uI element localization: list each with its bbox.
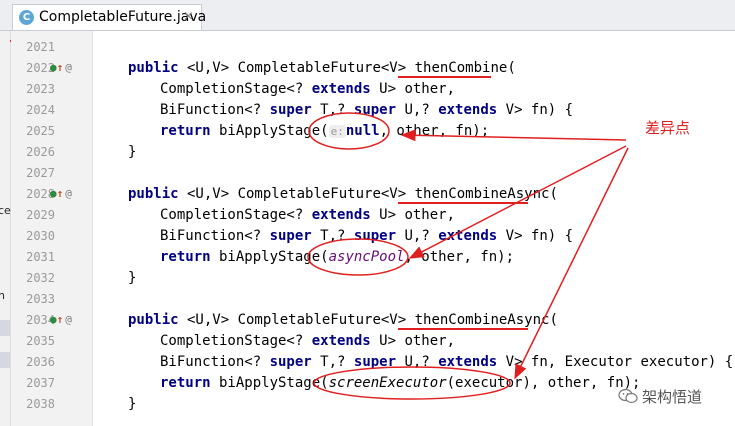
annotation-overlay (307, 76, 629, 400)
watermark-text: 架构悟道 (642, 388, 703, 406)
arrow-to-screenexecutor (514, 147, 629, 380)
circle-null-arg (308, 112, 390, 150)
wechat-icon (618, 388, 638, 404)
circle-asyncpool-arg (307, 238, 409, 276)
difference-label: 差异点 (645, 119, 691, 137)
circle-screenexecutor-arg (313, 366, 511, 400)
arrow-to-null (400, 129, 627, 142)
